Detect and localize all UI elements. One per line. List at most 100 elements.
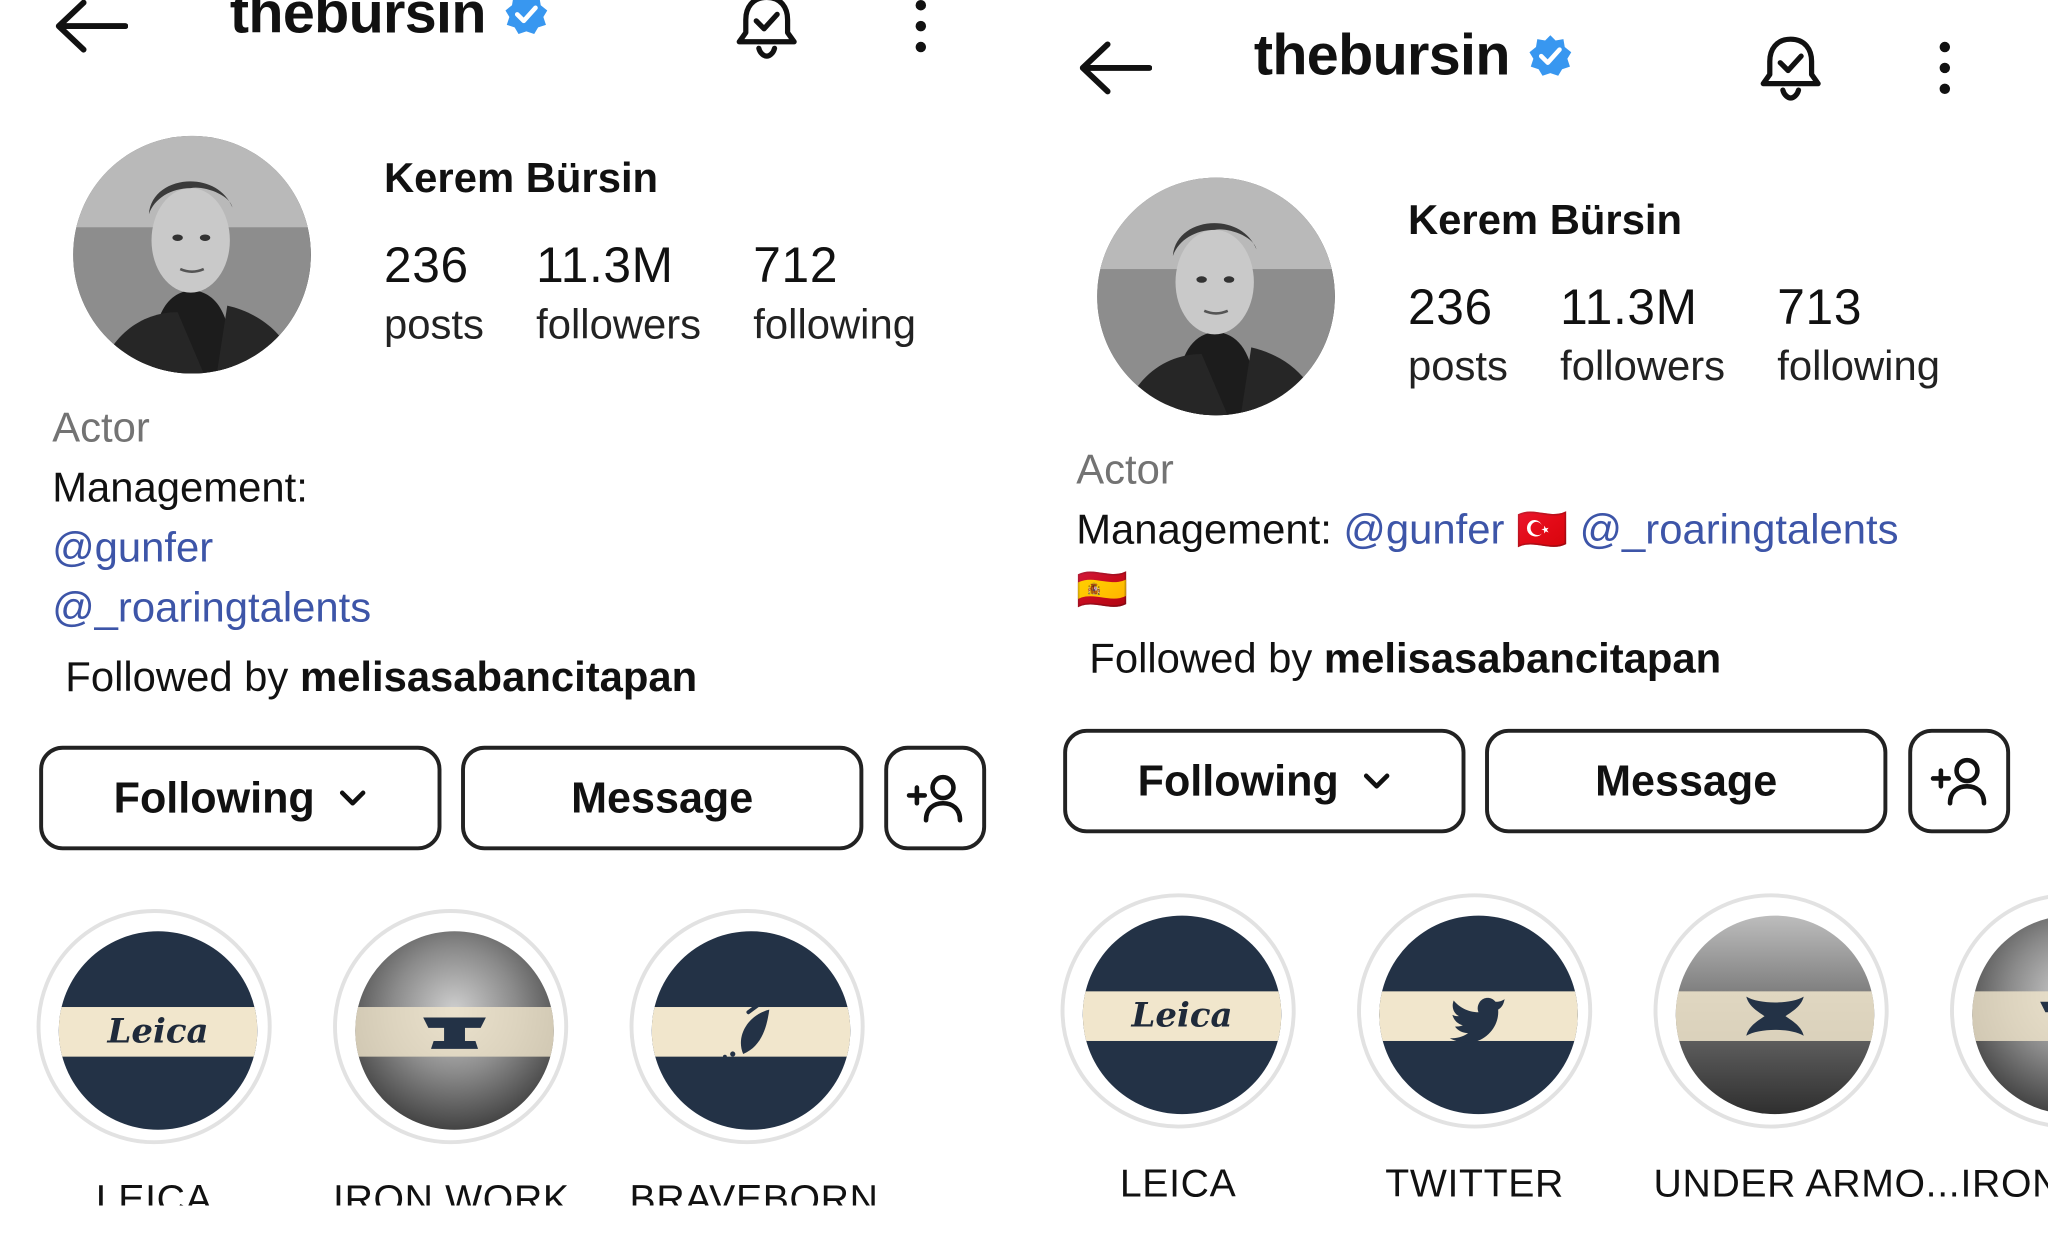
suggest-people-button[interactable] <box>884 745 987 851</box>
highlight-label: BRAVEBORN <box>629 1178 879 1206</box>
leica-logo: Leica <box>107 1012 209 1052</box>
highlight-ring <box>629 909 865 1145</box>
following-button[interactable]: Following <box>39 745 442 851</box>
stat-following-count: 712 <box>753 239 839 294</box>
profile-panel-after: thebursin Kerem Bürsin 236 posts 11.3M f… <box>1024 0 2048 1247</box>
stat-followers-label: followers <box>1560 342 1726 390</box>
chevron-down-icon <box>339 790 366 806</box>
highlight-cover <box>651 931 851 1130</box>
comparison-stage: thebursin Kerem Bürsin 236 posts 11.3M f… <box>0 0 2048 1247</box>
bio-link-roaringtalents[interactable]: @_roaringtalents <box>1580 505 1899 552</box>
followed-by[interactable]: Followed by melisasabancitapan <box>65 653 697 701</box>
message-button[interactable]: Message <box>1485 728 1888 834</box>
bio: Actor Management: @gunfer 🇹🇷 @_roaringta… <box>1076 439 1898 619</box>
highlight-ring <box>1357 893 1593 1129</box>
bio-management-label: Management: <box>52 463 308 511</box>
highlight-cover <box>355 931 554 1130</box>
highlight-iron-work[interactable]: IRON WORK <box>333 909 570 1206</box>
under-armour-logo <box>1746 996 1804 1036</box>
stat-posts-count: 236 <box>1407 280 1493 336</box>
profile-panel-before: thebursin Kerem Bürsin 236 posts 11.3M f… <box>0 0 1024 1206</box>
notification-bell-icon[interactable] <box>731 0 802 60</box>
add-user-icon <box>906 774 963 823</box>
highlight-cover <box>1379 915 1578 1115</box>
followed-by-user: melisasabancitapan <box>1323 634 1722 682</box>
stat-posts[interactable]: 236 posts <box>1408 280 1508 395</box>
highlight-label: TWITTER <box>1385 1162 1564 1206</box>
leica-logo: Leica <box>1131 996 1233 1036</box>
highlight-label: IRON <box>1960 1162 2048 1206</box>
bio-category: Actor <box>1076 445 1174 493</box>
highlight-twitter[interactable]: TWITTER <box>1357 893 1593 1206</box>
profile-avatar[interactable] <box>73 135 311 374</box>
highlight-ring <box>1653 893 1889 1129</box>
notification-bell-icon[interactable] <box>1755 31 1826 102</box>
stat-posts-label: posts <box>1407 342 1508 390</box>
stat-followers[interactable]: 11.3M followers <box>536 238 701 353</box>
stat-following[interactable]: 712 following <box>753 238 916 353</box>
followed-by-user: melisasabancitapan <box>299 653 698 701</box>
highlight-ring <box>333 909 569 1145</box>
more-options-icon[interactable] <box>901 0 940 55</box>
highlight-label: IRON WORK <box>333 1178 570 1206</box>
highlight-label: UNDER ARMO... <box>1653 1162 1961 1206</box>
following-button-label: Following <box>113 773 315 822</box>
following-button-label: Following <box>1137 756 1339 805</box>
bio-link-gunfer[interactable]: @gunfer <box>1343 505 1504 552</box>
message-button-label: Message <box>1595 756 1778 805</box>
bio-management-line: Management: @gunfer 🇹🇷 @_roaringtalents <box>1076 499 1898 559</box>
highlight-leica[interactable]: Leica LEICA <box>1060 893 1296 1206</box>
highlight-cover <box>1972 915 2048 1115</box>
stat-posts[interactable]: 236 posts <box>384 238 484 353</box>
message-button[interactable]: Message <box>461 745 864 851</box>
profile-stats: 236 posts 11.3M followers 712 following <box>384 238 916 353</box>
bio-link-roaringtalents[interactable]: @_roaringtalents <box>52 577 371 637</box>
anvil-icon <box>2040 1001 2048 1034</box>
verified-badge-icon <box>505 0 548 34</box>
followed-by[interactable]: Followed by melisasabancitapan <box>1089 635 1721 683</box>
back-arrow-icon[interactable] <box>1076 39 1152 96</box>
spain-flag-icon: 🇪🇸 <box>1076 565 1129 613</box>
verified-badge-icon <box>1529 35 1572 76</box>
back-arrow-icon[interactable] <box>52 0 128 55</box>
profile-username: thebursin <box>1253 23 1511 88</box>
profile-full-name: Kerem Bürsin <box>1407 195 1683 243</box>
bio-management-label: Management: <box>1076 505 1332 553</box>
bio: Actor Management: @gunfer @_roaringtalen… <box>52 397 371 637</box>
turkey-flag-icon: 🇹🇷 <box>1515 505 1569 553</box>
highlight-ring <box>1950 893 2048 1129</box>
highlight-iron[interactable]: IRON <box>1950 893 2048 1206</box>
profile-stats: 236 posts 11.3M followers 713 following <box>1408 280 1940 395</box>
highlight-label: LEICA <box>95 1178 213 1206</box>
highlight-leica[interactable]: Leica LEICA <box>36 909 272 1206</box>
highlight-braveborn[interactable]: BRAVEBORN <box>629 909 879 1206</box>
chevron-down-icon <box>1363 773 1390 789</box>
stat-posts-label: posts <box>383 300 484 348</box>
profile-avatar[interactable] <box>1097 177 1335 416</box>
stat-following-label: following <box>753 300 916 348</box>
stat-following-count: 713 <box>1777 280 1863 336</box>
highlight-cover: Leica <box>58 931 258 1130</box>
following-button[interactable]: Following <box>1063 728 1466 834</box>
stat-following[interactable]: 713 following <box>1777 280 1940 395</box>
more-options-icon[interactable] <box>1925 39 1964 96</box>
bio-link-gunfer[interactable]: @gunfer <box>52 517 371 577</box>
followed-by-prefix: Followed by <box>1089 634 1313 682</box>
profile-full-name: Kerem Bürsin <box>383 154 659 202</box>
twitter-bird-icon <box>1449 997 1505 1043</box>
stat-posts-count: 236 <box>383 239 469 294</box>
highlight-under-armour[interactable]: UNDER ARMO... <box>1653 893 1961 1206</box>
header-username: thebursin <box>230 0 549 47</box>
highlight-ring: Leica <box>1060 893 1296 1129</box>
add-user-icon <box>1930 757 1987 806</box>
stat-followers-count: 11.3M <box>1560 280 1698 336</box>
highlight-cover <box>1675 915 1875 1115</box>
bio-category: Actor <box>52 403 150 451</box>
stat-followers[interactable]: 11.3M followers <box>1560 280 1725 395</box>
stat-followers-count: 11.3M <box>536 239 674 294</box>
suggest-people-button[interactable] <box>1908 728 2011 834</box>
highlight-label: LEICA <box>1119 1162 1237 1206</box>
leaf-icon <box>722 1002 770 1059</box>
followed-by-prefix: Followed by <box>65 653 289 701</box>
message-button-label: Message <box>571 773 754 822</box>
